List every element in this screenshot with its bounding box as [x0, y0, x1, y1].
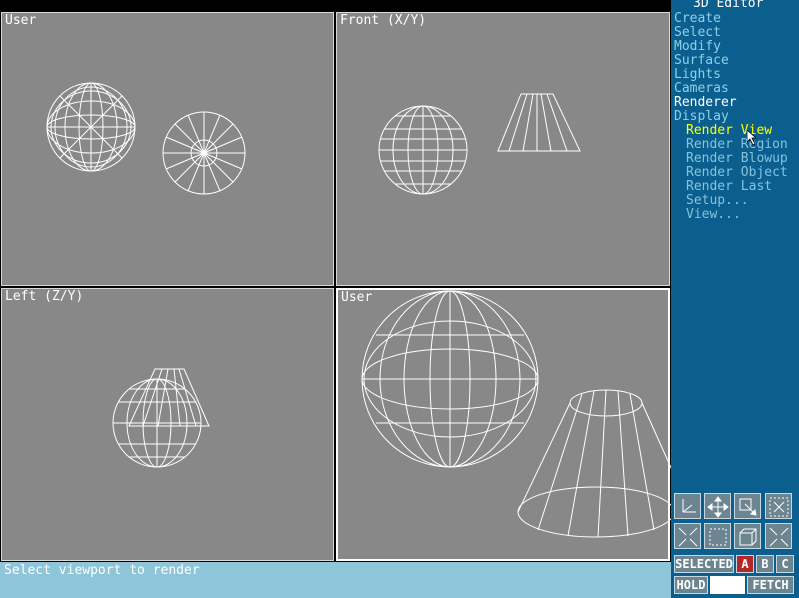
viewport-left[interactable]: Left (Z/Y)	[1, 288, 334, 561]
fetch-button[interactable]: FETCH	[747, 576, 794, 594]
menu-item-surface[interactable]: Surface	[674, 54, 729, 68]
mouse-cursor-icon	[747, 130, 758, 146]
hold-button[interactable]: HOLD	[674, 576, 708, 594]
sphere-wireframe	[378, 105, 468, 195]
zoom-out-icon[interactable]	[765, 523, 792, 549]
app-title: 3D Editor	[693, 0, 764, 11]
submenu-render-blowup[interactable]: Render Blowup	[686, 152, 788, 166]
viewport-user-top[interactable]: User	[1, 12, 334, 286]
region-icon[interactable]	[704, 523, 731, 549]
status-prompt: Select viewport to render	[4, 563, 200, 578]
cone-wireframe	[162, 111, 246, 195]
menu-item-cameras[interactable]: Cameras	[674, 82, 729, 96]
sphere-wireframe	[361, 290, 539, 468]
zoom-window-icon[interactable]	[734, 493, 761, 519]
menu-item-display[interactable]: Display	[674, 110, 729, 124]
submenu-render-region[interactable]: Render Region	[686, 138, 788, 152]
wireframe-scene	[361, 290, 672, 538]
menu-item-create[interactable]: Create	[674, 12, 721, 26]
status-bar: Select viewport to render	[0, 562, 671, 598]
zoom-extents-icon[interactable]	[765, 493, 792, 519]
selection-b-button[interactable]: B	[756, 555, 774, 573]
submenu-setup[interactable]: Setup...	[686, 194, 749, 208]
axis-tripod-icon[interactable]	[674, 493, 701, 519]
selected-button[interactable]: SELECTED	[674, 555, 734, 573]
viewport-front[interactable]: Front (X/Y)	[336, 12, 670, 286]
hold-indicator	[710, 576, 745, 594]
wireframe-scene	[112, 368, 210, 468]
zoom-in-icon[interactable]	[674, 523, 701, 549]
view-box-icon[interactable]	[734, 523, 761, 549]
submenu-view[interactable]: View...	[686, 208, 741, 222]
submenu-render-last[interactable]: Render Last	[686, 180, 772, 194]
sphere-wireframe	[112, 378, 202, 468]
submenu-render-view[interactable]: Render View	[686, 124, 772, 138]
menu-item-select[interactable]: Select	[674, 26, 721, 40]
menu-item-lights[interactable]: Lights	[674, 68, 721, 82]
selection-a-button[interactable]: A	[736, 555, 754, 573]
viewport-user-bottom[interactable]: User	[336, 288, 672, 561]
wireframe-scene	[378, 93, 581, 195]
selection-c-button[interactable]: C	[776, 555, 794, 573]
menu-item-renderer[interactable]: Renderer	[674, 96, 737, 110]
sphere-wireframe	[46, 82, 136, 172]
menu-item-modify[interactable]: Modify	[674, 40, 721, 54]
cone-wireframe	[128, 368, 210, 427]
command-panel: 3D Editor Create Select Modify Surface L…	[671, 0, 799, 598]
wireframe-scene	[46, 82, 246, 195]
cone-wireframe	[517, 389, 672, 538]
submenu-render-object[interactable]: Render Object	[686, 166, 788, 180]
cone-wireframe	[497, 93, 581, 152]
pan-icon[interactable]	[704, 493, 731, 519]
